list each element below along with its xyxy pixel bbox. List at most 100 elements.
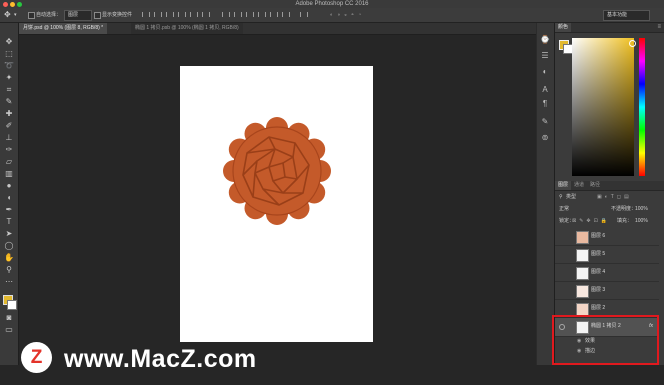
dodge-tool-icon[interactable]: ◖ [4,193,14,203]
align-bottom-icon[interactable] [166,12,174,17]
libraries-panel-icon[interactable]: ⊚ [540,133,550,143]
blend-mode-dropdown[interactable]: 正常 [559,204,569,214]
align-hcenter-icon[interactable] [190,12,198,17]
tab-paths[interactable]: 路径 [587,181,603,190]
layer-row[interactable]: 图层 3 [555,282,659,300]
tab-document-ellipse[interactable]: 椭圆 1 拷贝.psb @ 100% (椭圆 1 拷贝, RGB/8) [131,23,243,34]
clone-stamp-tool-icon[interactable]: ⊥ [4,133,14,143]
marquee-tool-icon[interactable]: ⬚ [4,49,14,59]
move-tool-icon[interactable]: ✥ [4,10,11,20]
layers-panel-tabs: 图层 通道 路径 [555,181,664,191]
distribute-bottom-icon[interactable] [246,12,254,17]
opacity-label: 不透明度： [611,206,637,212]
show-transform-checkbox[interactable] [94,12,101,19]
panel-icon-strip: ⌚ ☰ ◐ A ¶ ✎ ⊚ [537,23,555,365]
healing-brush-tool-icon[interactable]: ✚ [4,109,14,119]
distribute-top-icon[interactable] [222,12,230,17]
magic-wand-tool-icon[interactable]: ✦ [4,73,14,83]
quick-mask-icon[interactable]: ◙ [4,313,14,323]
distribute-right-icon[interactable] [282,12,290,17]
watermark-logo: Z [21,342,52,373]
mooncake-artwork [223,117,331,225]
layer-name[interactable]: 图层 3 [591,285,605,296]
layer-thumbnail [576,231,589,244]
blend-row: 正常 不透明度： 100% [555,204,664,214]
lasso-tool-icon[interactable]: ➰ [4,61,14,71]
brush-panel-icon[interactable]: ✎ [540,117,550,127]
distribute-left-icon[interactable] [258,12,266,17]
tab-color[interactable]: 颜色 [555,23,572,32]
blur-tool-icon[interactable]: ● [4,181,14,191]
color-picker-field[interactable] [572,38,634,176]
lock-row: 锁定： ⊠✎✥⊡🔒 填充： 100% [555,216,664,226]
document-tabs: 月饼.psd @ 100% (图层 8, RGB/8) * 椭圆 1 拷贝.ps… [19,23,536,35]
align-left-icon[interactable] [178,12,186,17]
tab-layers[interactable]: 图层 [555,181,572,190]
panel-menu-icon[interactable]: ≡ [657,23,661,32]
path-selection-tool-icon[interactable]: ➤ [4,229,14,239]
align-vcenter-icon[interactable] [154,12,162,17]
layer-thumbnail [576,285,589,298]
layer-filter-icons[interactable]: ▣◐T◻▤ [597,192,632,202]
eyedropper-tool-icon[interactable]: ✎ [4,97,14,107]
window-title: Adobe Photoshop CC 2016 [295,1,369,7]
zoom-tool-icon[interactable]: ⚲ [4,265,14,275]
character-panel-icon[interactable]: A [540,85,550,95]
color-panel-tabs: 颜色 ≡ [555,23,664,33]
layer-name[interactable]: 图层 5 [591,249,605,260]
workspace-dropdown[interactable]: 基本功能 [603,10,650,21]
opacity-value[interactable]: 100% [635,204,648,214]
history-brush-tool-icon[interactable]: ✑ [4,145,14,155]
canvas-area[interactable] [19,35,536,365]
distribute-hcenter-icon[interactable] [270,12,278,17]
layer-name[interactable]: 图层 2 [591,303,605,314]
pen-tool-icon[interactable]: ✒ [4,205,14,215]
layer-thumbnail [576,249,589,262]
properties-panel-icon[interactable]: ☰ [540,51,550,61]
eraser-tool-icon[interactable]: ▱ [4,157,14,167]
hand-tool-icon[interactable]: ✋ [4,253,14,263]
type-tool-icon[interactable]: T [4,217,14,227]
fill-value[interactable]: 100% [635,216,648,226]
highlight-box [552,315,659,365]
distribute-vcenter-icon[interactable] [234,12,242,17]
gradient-tool-icon[interactable]: ▥ [4,169,14,179]
auto-align-icon[interactable] [300,12,308,17]
layer-thumbnail [576,267,589,280]
3d-mode-icons[interactable]: ◐◑◒◓◔ [330,10,365,20]
align-right-icon[interactable] [202,12,210,17]
layer-row[interactable]: 图层 5 [555,246,659,264]
right-panels: 颜色 ≡ 图层 通道 路径 ⚲ 类型 ▣◐T◻▤ 正常 不透明度： 100% 锁… [555,23,664,365]
auto-select-checkbox[interactable] [28,12,35,19]
brush-tool-icon[interactable]: ✐ [4,121,14,131]
tab-channels[interactable]: 通道 [571,181,587,190]
hue-slider[interactable] [639,38,645,176]
layer-row[interactable]: 图层 6 [555,228,659,246]
layer-filter-row: ⚲ 类型 ▣◐T◻▤ [555,192,664,202]
edit-toolbar-icon[interactable]: ⋯ [4,277,14,287]
background-color-swatch[interactable] [7,300,17,310]
watermark-logo-letter: Z [30,347,43,368]
tab-document-mooncake[interactable]: 月饼.psd @ 100% (图层 8, RGB/8) * [19,23,108,34]
auto-select-dropdown[interactable]: 图层 [64,10,92,21]
filter-search-icon[interactable]: ⚲ [559,192,563,202]
color-picker-cursor[interactable] [629,40,636,47]
tool-preset-chevron-icon[interactable]: ▾ [14,10,17,20]
document-canvas[interactable] [180,66,373,342]
layer-row[interactable]: 图层 4 [555,264,659,282]
layer-filter-dropdown[interactable]: 类型 [566,192,576,202]
lock-icons[interactable]: ⊠✎✥⊡🔒 [572,216,610,226]
shape-tool-icon[interactable]: ◯ [4,241,14,251]
paragraph-panel-icon[interactable]: ¶ [540,99,550,109]
auto-select-label: 自动选择： [36,12,62,18]
align-top-icon[interactable] [142,12,150,17]
adjustments-panel-icon[interactable]: ◐ [540,67,550,77]
fill-label: 填充： [617,218,633,224]
crop-tool-icon[interactable]: ⌗ [4,85,14,95]
layer-name[interactable]: 图层 6 [591,231,605,242]
move-tool-icon[interactable]: ✥ [4,37,14,47]
layer-name[interactable]: 图层 4 [591,267,605,278]
screen-mode-icon[interactable]: ▭ [4,325,14,335]
watermark-text: www.MacZ.com [64,345,257,373]
history-panel-icon[interactable]: ⌚ [540,35,550,45]
